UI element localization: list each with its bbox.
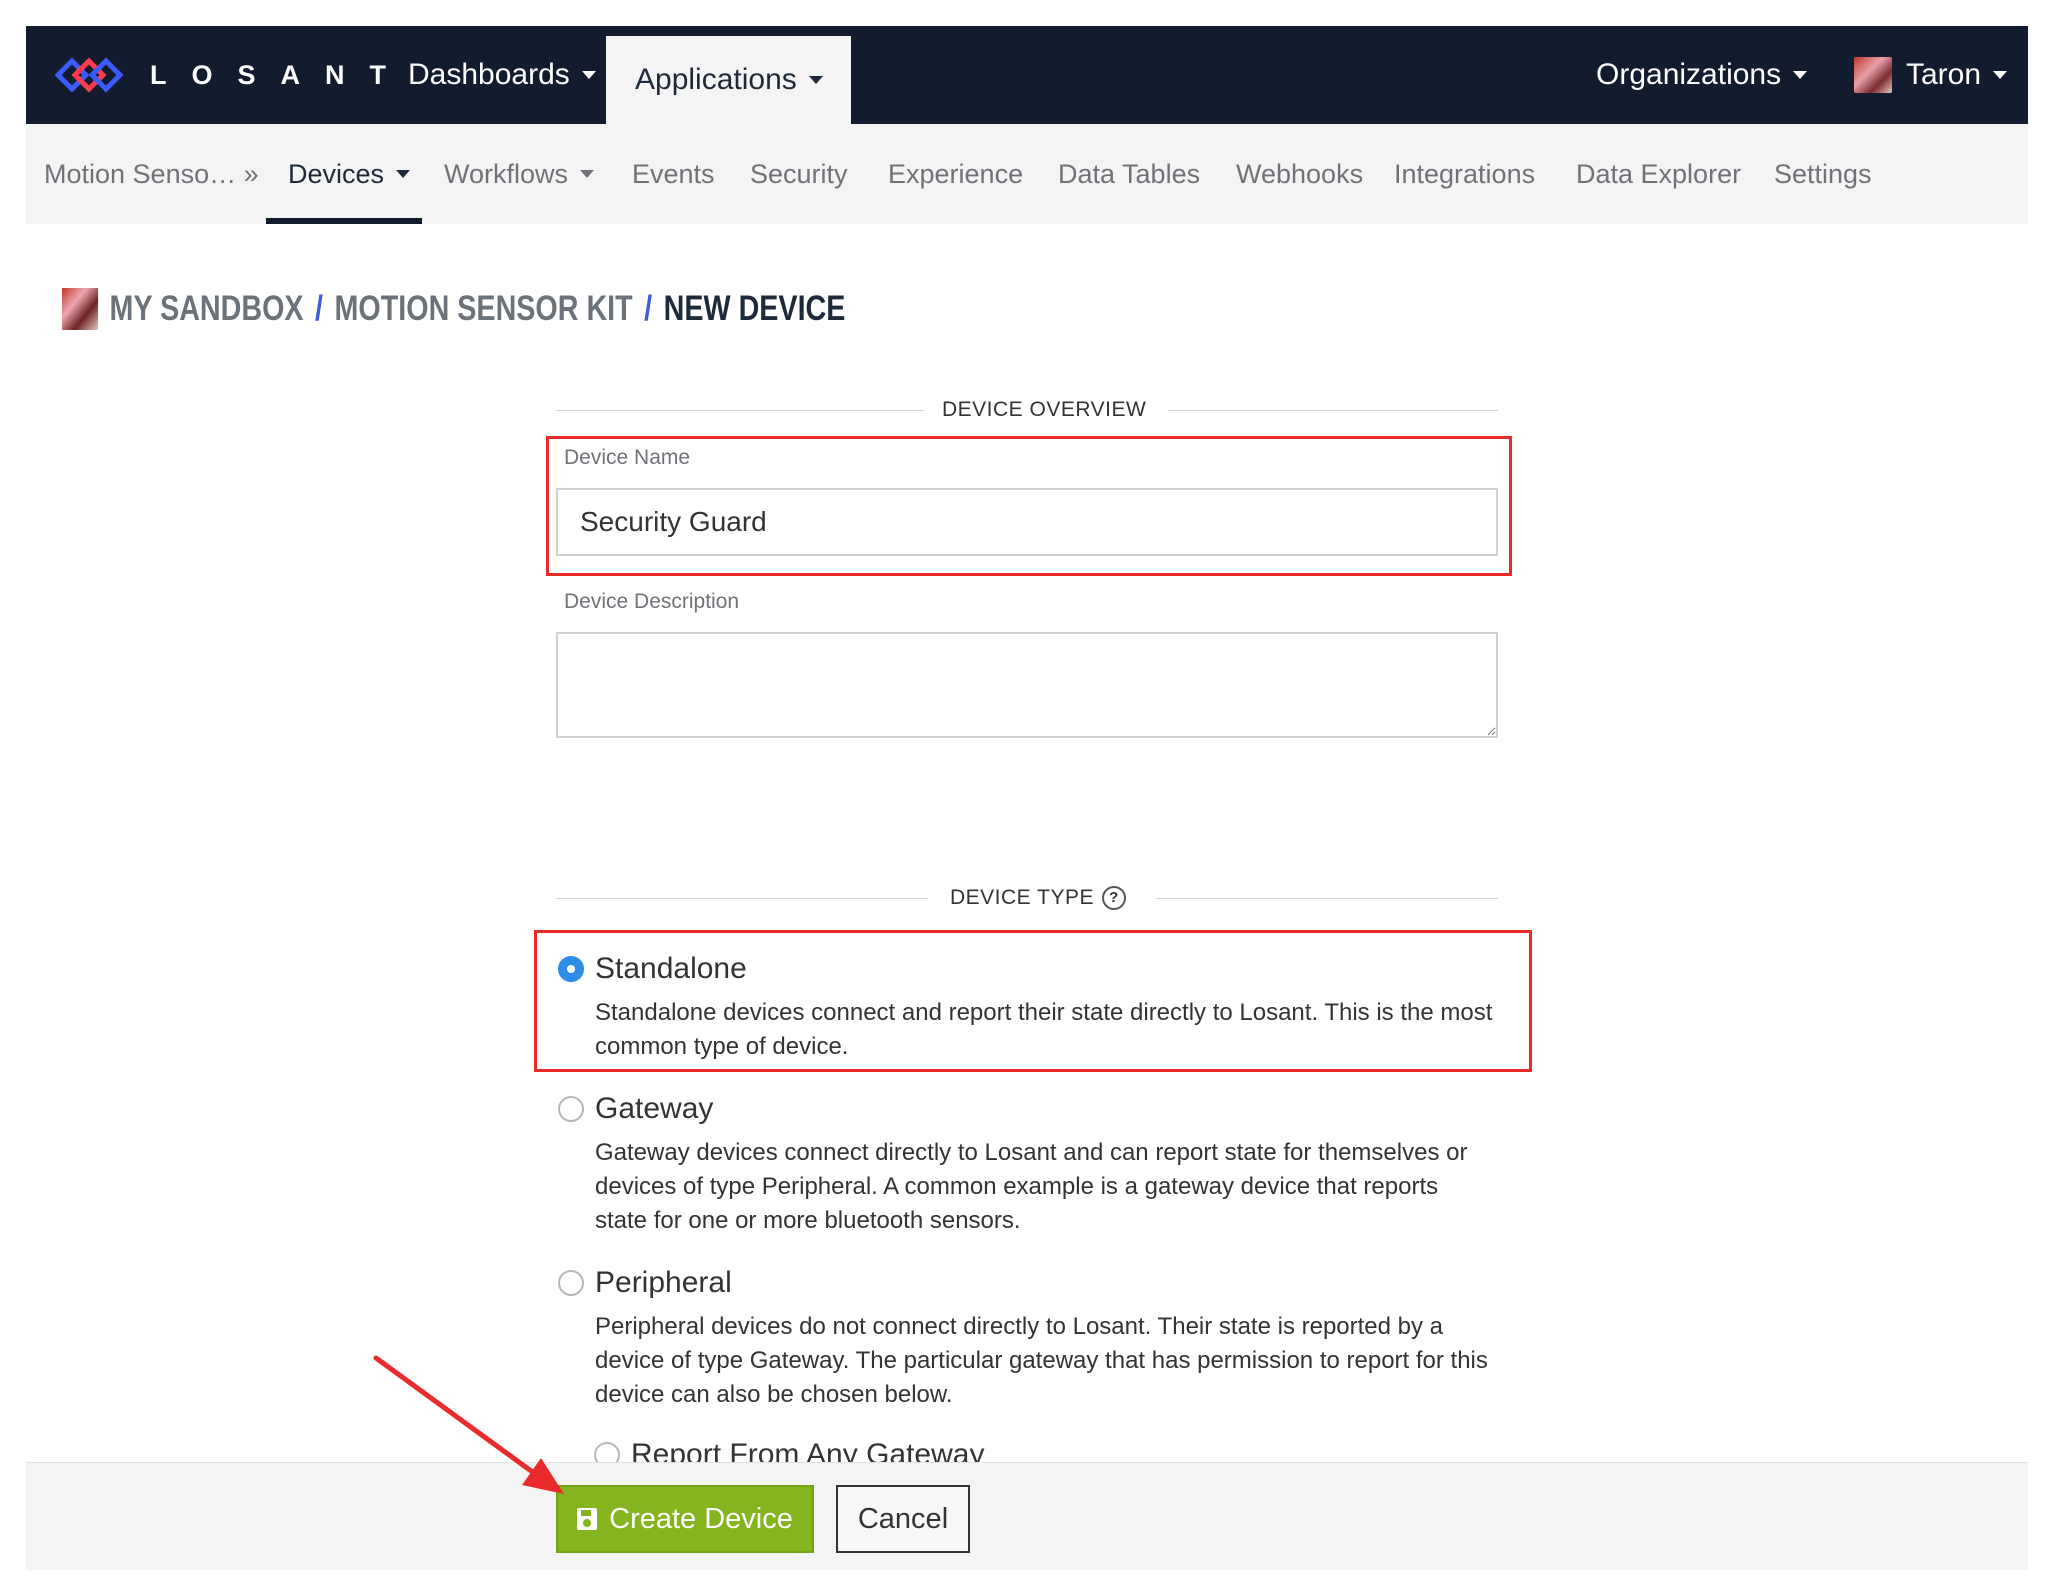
divider-line: [556, 898, 928, 899]
subnav-events[interactable]: Events: [632, 124, 715, 224]
subnav-data-tables[interactable]: Data Tables: [1058, 124, 1200, 224]
caret-down-icon: [1993, 71, 2008, 79]
device-type-header: DEVICE TYPE?: [556, 878, 1498, 918]
subnav-data-explorer[interactable]: Data Explorer: [1576, 124, 1741, 224]
caret-down-icon: [580, 170, 595, 178]
subnav-integrations[interactable]: Integrations: [1394, 124, 1535, 224]
divider-line: [1156, 898, 1498, 899]
nav-applications[interactable]: Applications: [606, 36, 851, 124]
subnav-devices[interactable]: Devices: [288, 124, 411, 224]
gateway-description: Gateway devices connect directly to Losa…: [595, 1139, 1468, 1234]
breadcrumb-current: NEW DEVICE: [663, 289, 846, 328]
help-icon[interactable]: ?: [1102, 886, 1126, 911]
create-device-button[interactable]: Create Device: [556, 1485, 814, 1553]
peripheral-title: Peripheral: [595, 1266, 732, 1299]
cancel-button[interactable]: Cancel: [836, 1485, 970, 1553]
subnav-experience[interactable]: Experience: [888, 124, 1023, 224]
caret-down-icon: [1793, 71, 1808, 79]
standalone-radio[interactable]: [558, 956, 584, 982]
device-overview-title: DEVICE OVERVIEW: [942, 398, 1147, 421]
nav-user-menu[interactable]: Taron: [1854, 26, 2008, 124]
nav-applications-label: Applications: [635, 63, 797, 96]
save-icon: [577, 1508, 598, 1530]
create-device-label: Create Device: [609, 1502, 793, 1535]
device-description-label: Device Description: [564, 590, 740, 613]
subnav-settings[interactable]: Settings: [1774, 124, 1872, 224]
device-type-title-text: DEVICE TYPE: [950, 886, 1094, 909]
breadcrumb-sandbox[interactable]: MY SANDBOX: [110, 289, 304, 329]
device-description-input[interactable]: [556, 632, 1498, 738]
subnav-security[interactable]: Security: [750, 124, 848, 224]
breadcrumb-application[interactable]: MOTION SENSOR KIT: [335, 289, 633, 329]
nav-organizations[interactable]: Organizations: [1596, 26, 1808, 124]
breadcrumb-separator: /: [315, 289, 324, 328]
nav-organizations-label: Organizations: [1596, 58, 1782, 91]
subnav-workflows-label: Workflows: [444, 158, 569, 189]
device-name-input[interactable]: [556, 488, 1498, 556]
logo-wordmark: LOSANT: [150, 59, 411, 90]
losant-logo-icon: [54, 57, 124, 93]
nav-dashboards[interactable]: Dashboards: [408, 26, 596, 124]
caret-down-icon: [581, 71, 596, 79]
user-avatar: [1854, 57, 1892, 93]
sandbox-avatar: [62, 288, 99, 330]
breadcrumb-separator: /: [644, 289, 653, 328]
divider-line: [556, 410, 924, 411]
subnav-app-name[interactable]: Motion Senso… »: [44, 124, 259, 224]
subnav-devices-label: Devices: [288, 158, 385, 189]
gateway-radio[interactable]: [558, 1096, 584, 1122]
device-type-title: DEVICE TYPE?: [950, 878, 1126, 918]
device-name-label: Device Name: [564, 446, 691, 469]
top-navbar: LOSANT Dashboards Applications Organizat…: [26, 26, 2028, 124]
form-footer: Create Device Cancel: [26, 1462, 2028, 1570]
caret-down-icon: [396, 170, 411, 178]
losant-logo[interactable]: LOSANT: [54, 50, 411, 100]
standalone-description: Standalone devices connect and report th…: [595, 999, 1493, 1060]
divider-line: [1168, 410, 1498, 411]
user-name: Taron: [1906, 58, 1982, 91]
application-subnav: Motion Senso… » Devices Workflows Events…: [26, 124, 2028, 224]
gateway-title: Gateway: [595, 1092, 714, 1125]
nav-dashboards-label: Dashboards: [408, 58, 570, 91]
breadcrumb: MY SANDBOX / MOTION SENSOR KIT / NEW DEV…: [62, 284, 845, 334]
caret-down-icon: [808, 76, 823, 84]
peripheral-description: Peripheral devices do not connect direct…: [595, 1313, 1488, 1408]
subnav-workflows[interactable]: Workflows: [444, 124, 595, 224]
active-tab-indicator: [266, 218, 422, 224]
peripheral-radio[interactable]: [558, 1270, 584, 1296]
app-frame: LOSANT Dashboards Applications Organizat…: [26, 26, 2028, 1570]
device-overview-header: DEVICE OVERVIEW: [556, 390, 1498, 430]
standalone-title: Standalone: [595, 952, 747, 985]
subnav-webhooks[interactable]: Webhooks: [1236, 124, 1363, 224]
